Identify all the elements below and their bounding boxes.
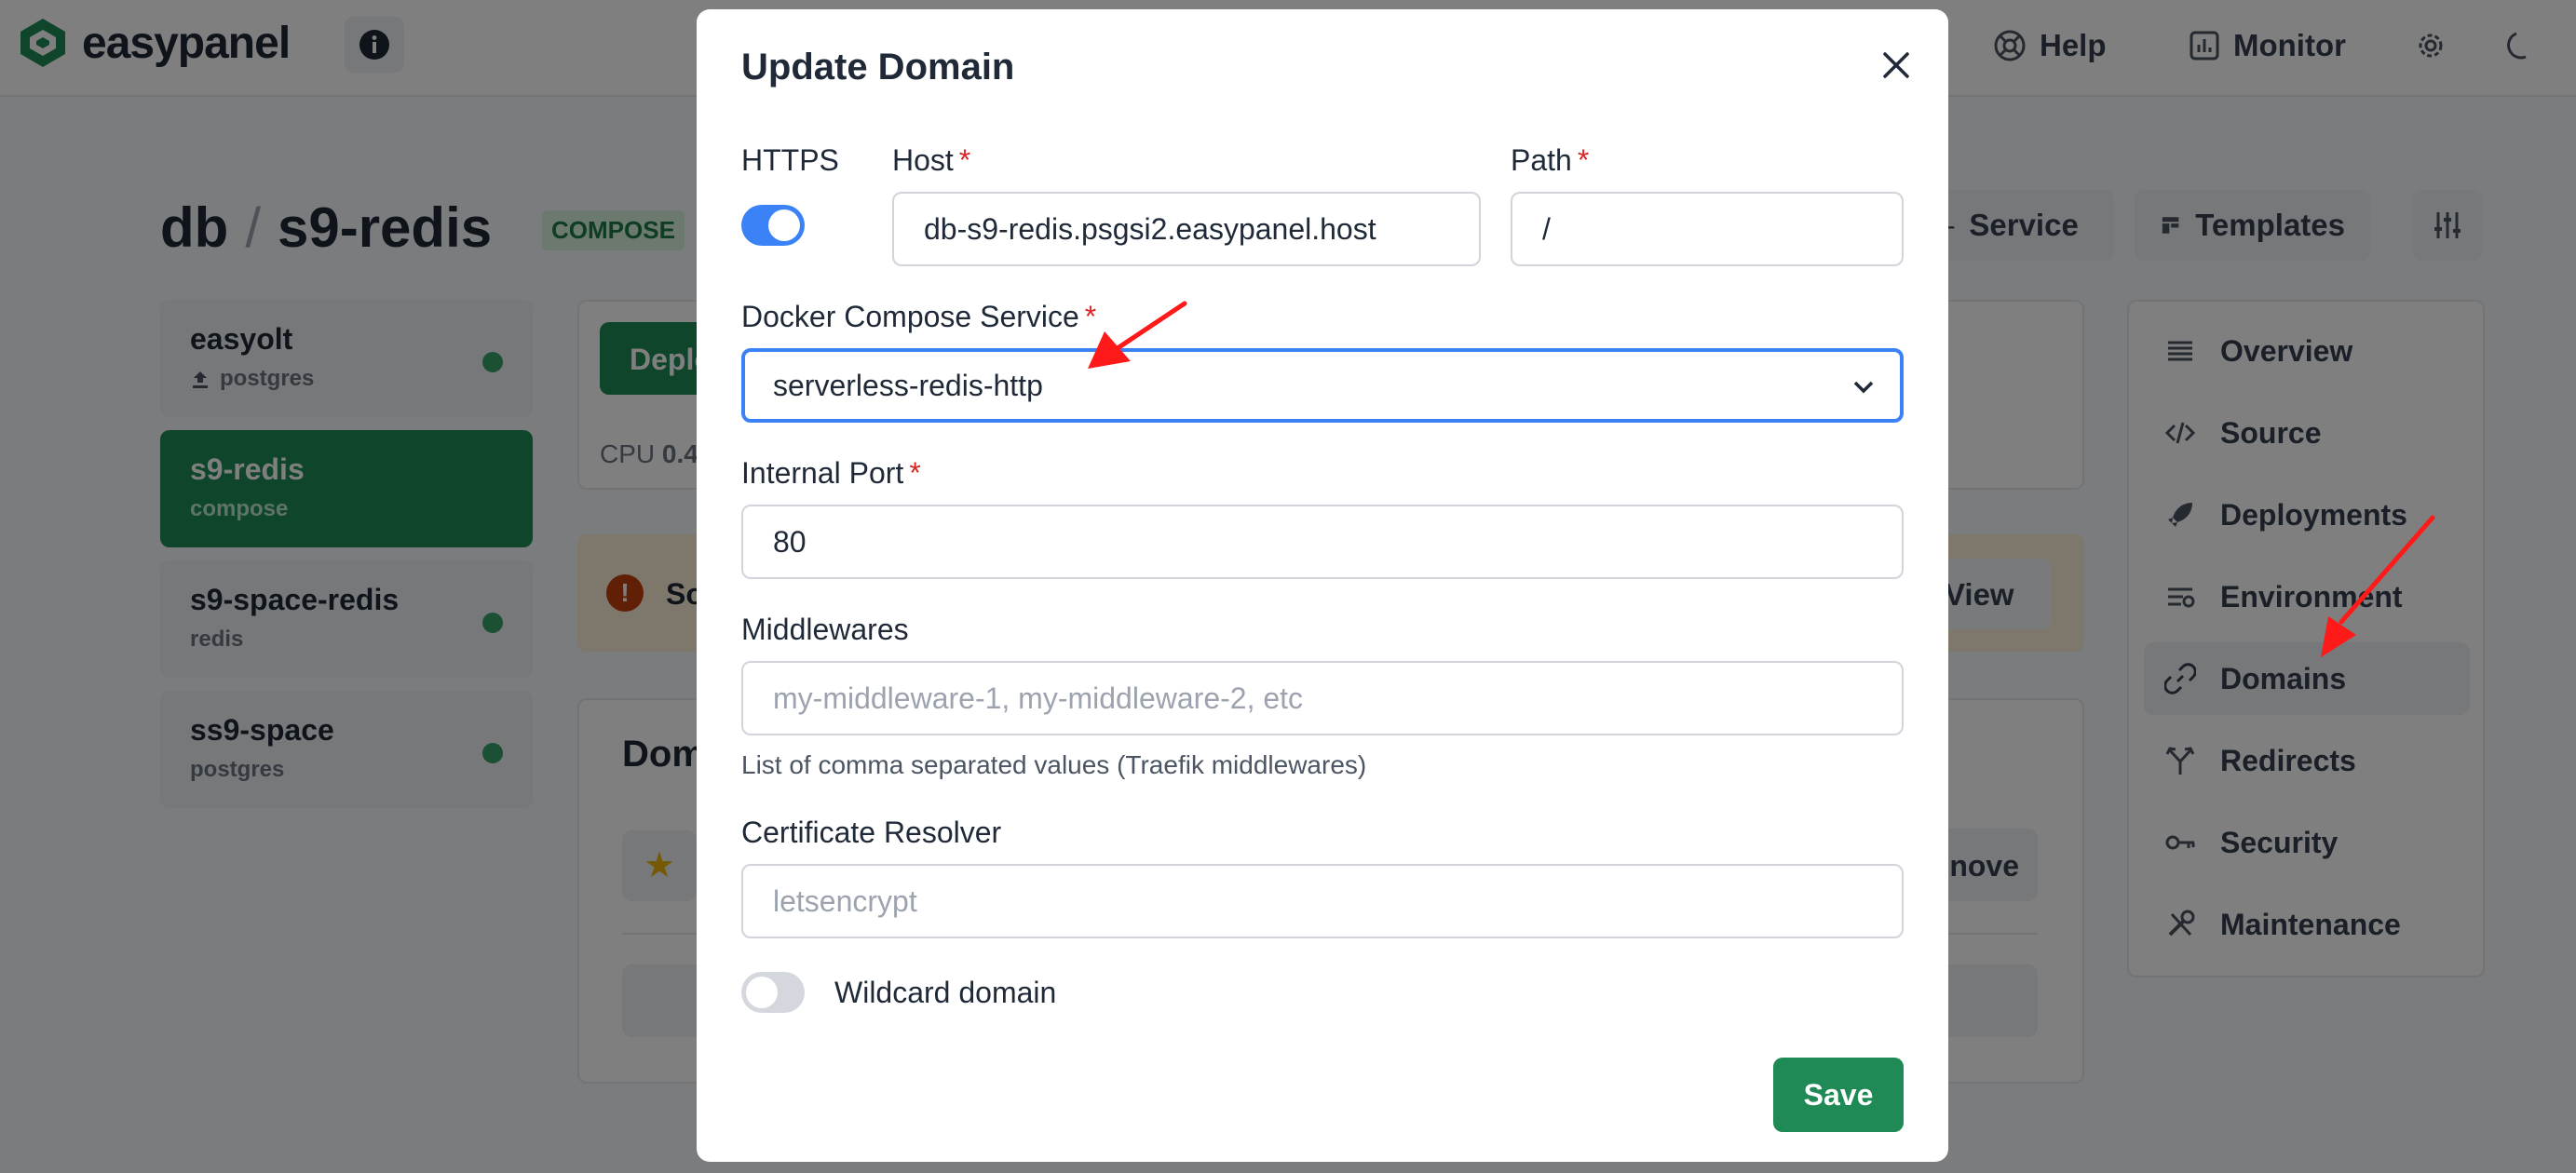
internal-port-input[interactable]: 80: [741, 505, 1904, 579]
required-mark: *: [909, 456, 921, 490]
dialog-title: Update Domain: [741, 47, 1015, 88]
cert-resolver-label: Certificate Resolver: [741, 816, 1002, 849]
internal-port-label: Internal Port *: [741, 456, 921, 491]
host-input[interactable]: db-s9-redis.psgsi2.easypanel.host: [892, 192, 1481, 266]
wildcard-label: Wildcard domain: [834, 976, 1057, 1009]
save-label: Save: [1803, 1077, 1874, 1112]
middlewares-label: Middlewares: [741, 613, 909, 646]
compose-service-value: serverless-redis-http: [773, 368, 1043, 402]
internal-port-label-text: Internal Port: [741, 456, 904, 490]
https-label: HTTPS: [741, 143, 839, 178]
save-button[interactable]: Save: [1773, 1058, 1904, 1132]
host-label: Host *: [892, 143, 970, 178]
compose-service-select[interactable]: serverless-redis-http: [741, 348, 1904, 423]
update-domain-dialog: Update Domain HTTPS Host * db-s9-redis.ps…: [697, 9, 1948, 1162]
chevron-down-icon: [1853, 381, 1874, 394]
path-input[interactable]: /: [1511, 192, 1904, 266]
middlewares-input[interactable]: my-middleware-1, my-middleware-2, etc: [741, 661, 1904, 735]
wildcard-toggle[interactable]: [741, 972, 805, 1013]
middlewares-help-text: List of comma separated values (Traefik …: [741, 750, 1367, 779]
path-label: Path *: [1511, 143, 1589, 178]
path-label-text: Path: [1511, 143, 1572, 177]
required-mark: *: [958, 143, 971, 177]
https-label-text: HTTPS: [741, 143, 839, 177]
required-mark: *: [1084, 300, 1097, 333]
host-label-text: Host: [892, 143, 954, 177]
close-icon[interactable]: [1874, 43, 1918, 88]
compose-service-label: Docker Compose Service *: [741, 300, 1096, 334]
cert-resolver-input[interactable]: letsencrypt: [741, 864, 1904, 938]
compose-service-label-text: Docker Compose Service: [741, 300, 1079, 333]
https-toggle[interactable]: [741, 205, 805, 246]
required-mark: *: [1577, 143, 1590, 177]
